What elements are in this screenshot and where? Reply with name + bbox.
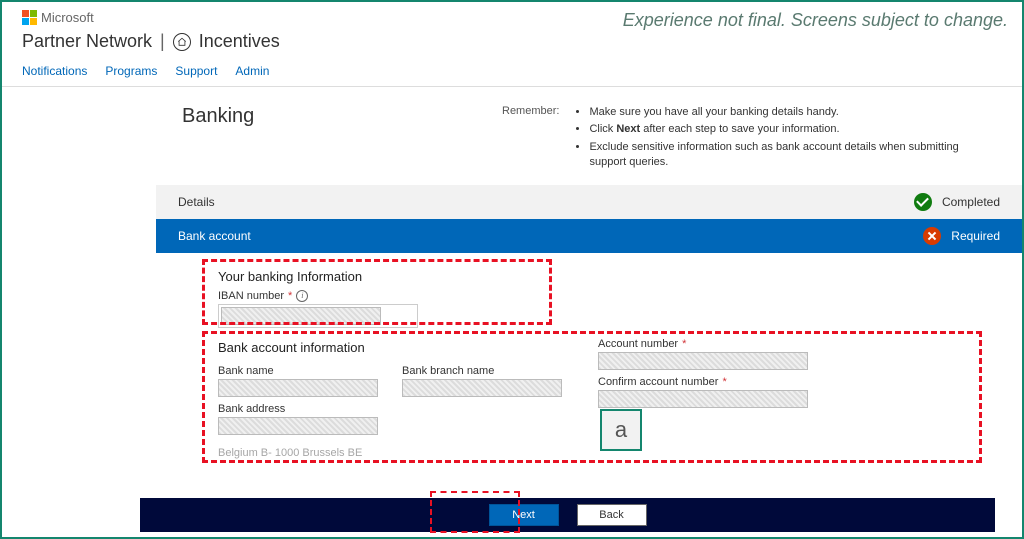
remember-item: Exclude sensitive information such as ba… xyxy=(589,140,969,171)
bank-branch-label: Bank branch name xyxy=(402,365,562,377)
microsoft-label: Microsoft xyxy=(41,10,94,25)
iban-input[interactable] xyxy=(221,307,381,325)
page-title: Banking xyxy=(162,105,502,173)
partner-network-label: Partner Network xyxy=(22,31,152,52)
heading-your-banking-info: Your banking Information xyxy=(218,269,1022,284)
iban-label: IBAN number * i xyxy=(218,290,1022,302)
disclaimer-text: Experience not final. Screens subject to… xyxy=(623,10,1008,31)
bank-name-input[interactable] xyxy=(218,379,378,397)
status-completed: Completed xyxy=(942,195,1000,209)
country-line: Belgium B- 1000 Brussels BE xyxy=(218,447,558,459)
nav-notifications[interactable]: Notifications xyxy=(22,64,87,78)
nav-programs[interactable]: Programs xyxy=(105,64,157,78)
check-icon xyxy=(914,193,932,211)
remember-item: Click Next after each step to save your … xyxy=(589,122,969,137)
remember-label: Remember: xyxy=(502,105,559,173)
bank-branch-input[interactable] xyxy=(402,379,562,397)
annotation-marker-a: a xyxy=(600,409,642,451)
bank-address-input[interactable] xyxy=(218,417,378,435)
nav-admin[interactable]: Admin xyxy=(235,64,269,78)
section-details-label: Details xyxy=(178,195,215,209)
info-icon[interactable]: i xyxy=(296,290,308,302)
confirm-account-input[interactable] xyxy=(598,390,808,408)
bank-name-label: Bank name xyxy=(218,365,378,377)
required-x-icon xyxy=(923,227,941,245)
footer-action-bar: Next Back xyxy=(140,498,995,532)
account-number-label: Account number * xyxy=(598,338,838,350)
bank-address-label: Bank address xyxy=(218,403,378,415)
back-button[interactable]: Back xyxy=(577,504,647,526)
section-bar-bank-account[interactable]: Bank account Required xyxy=(156,219,1022,253)
pipe-divider: | xyxy=(160,31,165,52)
heading-bank-account-info: Bank account information xyxy=(218,340,558,355)
nav-support[interactable]: Support xyxy=(175,64,217,78)
account-number-input[interactable] xyxy=(598,352,808,370)
next-button[interactable]: Next xyxy=(489,504,559,526)
remember-item: Make sure you have all your banking deta… xyxy=(589,105,969,120)
section-bar-details[interactable]: Details Completed xyxy=(156,185,1022,219)
remember-list: Make sure you have all your banking deta… xyxy=(589,105,969,173)
home-icon[interactable] xyxy=(173,33,191,51)
confirm-account-label: Confirm account number * xyxy=(598,376,838,388)
status-required: Required xyxy=(951,229,1000,243)
incentives-label: Incentives xyxy=(199,31,280,52)
microsoft-logo-icon xyxy=(22,10,37,25)
top-nav: Notifications Programs Support Admin xyxy=(22,64,1022,78)
section-bank-label: Bank account xyxy=(178,229,251,243)
